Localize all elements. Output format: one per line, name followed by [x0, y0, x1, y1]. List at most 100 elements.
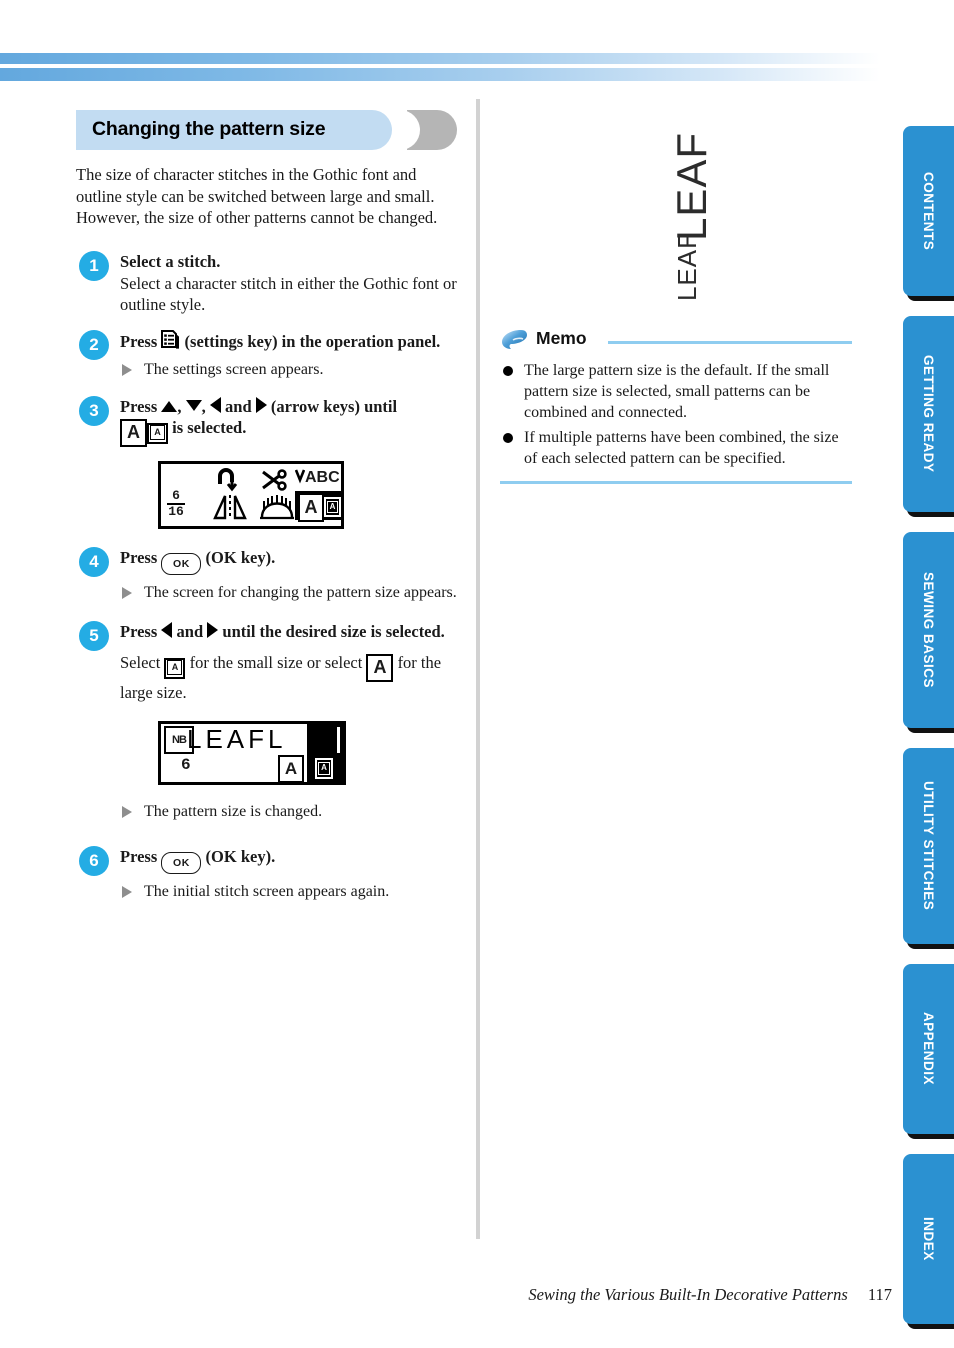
bullet-icon [503, 366, 513, 376]
step-4: 4 Press OK (OK key). The screen for chan… [76, 546, 458, 603]
lcd-size-screen: NB LEAFL 6 A A [158, 721, 346, 785]
small-size-icon: A [147, 422, 168, 444]
memo-box: Memo The large pattern size is the defau… [500, 328, 852, 484]
arrow-right-icon [255, 396, 267, 413]
needle-position-icon [216, 467, 242, 497]
lcd-settings-screen: 6 16 ABC A A [158, 460, 344, 529]
step-number-badge: 3 [79, 395, 109, 426]
lcd-page-total: 16 [168, 503, 184, 519]
sidebar-tab-label: SEWING BASICS [921, 571, 936, 688]
arrow-right-icon [207, 621, 219, 638]
column-divider [476, 99, 480, 1239]
bullet-icon [503, 433, 513, 443]
arrow-left-icon [161, 621, 173, 638]
step-2-result: The settings screen appears. [120, 359, 458, 380]
result-arrow-icon [122, 586, 132, 599]
step-3-heading-pre: Press [120, 396, 158, 416]
sidebar-tab-sewing-basics[interactable]: SEWING BASICS [903, 532, 954, 728]
section-tabs: CONTENTS GETTING READY SEWING BASICS UTI… [903, 126, 954, 1344]
arrow-down-icon [185, 399, 202, 411]
lcd-large-size-option: A [278, 755, 304, 783]
step-3: 3 Press , , and (arrow keys) until AA is… [76, 395, 458, 529]
memo-balloon-icon [500, 328, 530, 352]
result-arrow-icon [122, 363, 132, 376]
intro-paragraph: The size of character stitches in the Go… [76, 165, 438, 227]
sidebar-tab-appendix[interactable]: APPENDIX [903, 964, 954, 1134]
taper-stitch-icon [213, 494, 247, 525]
lcd-small-size-option: A [324, 496, 341, 517]
step-4-result-text: The screen for changing the pattern size… [144, 583, 457, 601]
arrow-up-icon [161, 400, 178, 412]
lcd-large-size-option: A [298, 492, 324, 522]
step-5: 5 Press and until the desired size is se… [76, 620, 458, 823]
step-number-badge: 6 [79, 846, 109, 876]
step-4-heading-post: (OK key). [205, 547, 276, 567]
memo-label: Memo [536, 328, 587, 348]
sidebar-tab-utility-stitches[interactable]: UTILITY STITCHES [903, 748, 954, 944]
step-3-heading-and: and [225, 396, 252, 416]
sidebar-tab-label: CONTENTS [921, 171, 936, 251]
step-4-heading-pre: Press [120, 547, 158, 567]
sidebar-tab-label: GETTING READY [921, 355, 936, 473]
step-6-result-text: The initial stitch screen appears again. [144, 883, 390, 900]
step-2-heading-pre: Press [120, 331, 158, 351]
step-5-body: Select A for the small size or select A … [120, 652, 466, 704]
lcd-size-text: LEAFL [187, 724, 287, 754]
memo-bottom-rule [500, 481, 852, 484]
step-6-heading-pre: Press [120, 847, 158, 866]
right-column: LEAF LEAF Memo The large pattern size is… [500, 110, 882, 484]
left-column: Changing the pattern size The size of ch… [76, 110, 458, 916]
step-2-heading-post: (settings key) in the operation panel. [184, 331, 441, 351]
sidebar-tab-label: UTILITY STITCHES [921, 781, 936, 911]
step-number-badge: 1 [79, 250, 109, 281]
step-6-heading: Press OK (OK key). [120, 846, 458, 874]
thread-cutter-icon [261, 468, 289, 496]
step-2-result-text: The settings screen appears. [144, 360, 324, 378]
lcd-small-size-option: A [315, 758, 333, 779]
step-4-result: The screen for changing the pattern size… [120, 582, 474, 603]
page-title: Changing the pattern size [92, 118, 326, 140]
step-6-heading-post: (OK key). [205, 847, 276, 866]
sidebar-tab-label: INDEX [921, 1217, 936, 1261]
step-5-body-pre: Select [120, 652, 161, 672]
leaf-sample-illustration: LEAF LEAF [500, 110, 882, 310]
step-3-heading: Press , , and (arrow keys) until AA is s… [120, 396, 458, 447]
step-number-badge: 4 [79, 546, 109, 577]
section-title-banner: Changing the pattern size [76, 110, 458, 152]
footer-section-title: Sewing the Various Built-In Decorative P… [528, 1285, 848, 1304]
page-footer: Sewing the Various Built-In Decorative P… [0, 1285, 892, 1305]
result-arrow-icon [122, 886, 132, 898]
step-2: 2 Press (settings key) in the operation … [76, 329, 458, 380]
memo-header: Memo [500, 328, 852, 356]
memo-item-text: The large pattern size is the default. I… [524, 362, 830, 421]
abc-check-icon: ABC [294, 468, 340, 487]
step-5-result-text: The pattern size is changed. [144, 803, 323, 820]
result-arrow-icon [122, 806, 132, 818]
step-6-result: The initial stitch screen appears again. [120, 881, 458, 902]
step-number-badge: 5 [79, 620, 109, 651]
step-5-heading-post: until the desired size is selected. [222, 621, 445, 641]
lcd-size-page: 6 [181, 756, 191, 774]
step-6: 6 Press OK (OK key). The initial stitch … [76, 846, 458, 902]
large-size-icon: A [366, 653, 394, 682]
sidebar-tab-contents[interactable]: CONTENTS [903, 126, 954, 296]
step-5-body-mid: for the small size or select [189, 652, 363, 672]
step-5-heading-pre: Press [120, 621, 158, 641]
step-1: 1 Select a stitch. Select a character st… [76, 250, 458, 316]
step-3-heading-post: (arrow keys) until [270, 396, 398, 416]
lcd-cursor [337, 727, 340, 753]
page-content: Changing the pattern size The size of ch… [0, 0, 954, 1348]
memo-item: If multiple patterns have been combined,… [500, 427, 852, 469]
memo-item: The large pattern size is the default. I… [500, 360, 852, 423]
step-3-heading-tail: is selected. [172, 417, 247, 437]
sidebar-tab-getting-ready[interactable]: GETTING READY [903, 316, 954, 512]
leaf-large-sample: LEAF [668, 132, 715, 242]
sidebar-tab-index[interactable]: INDEX [903, 1154, 954, 1324]
memo-header-rule [608, 341, 852, 344]
ok-key-icon: OK [161, 552, 202, 575]
step-number-badge: 2 [79, 329, 109, 360]
mirror-stitch-icon [259, 493, 295, 525]
step-4-heading: Press OK (OK key). [120, 547, 458, 575]
small-size-icon: A [164, 657, 186, 679]
settings-key-icon [161, 329, 180, 351]
